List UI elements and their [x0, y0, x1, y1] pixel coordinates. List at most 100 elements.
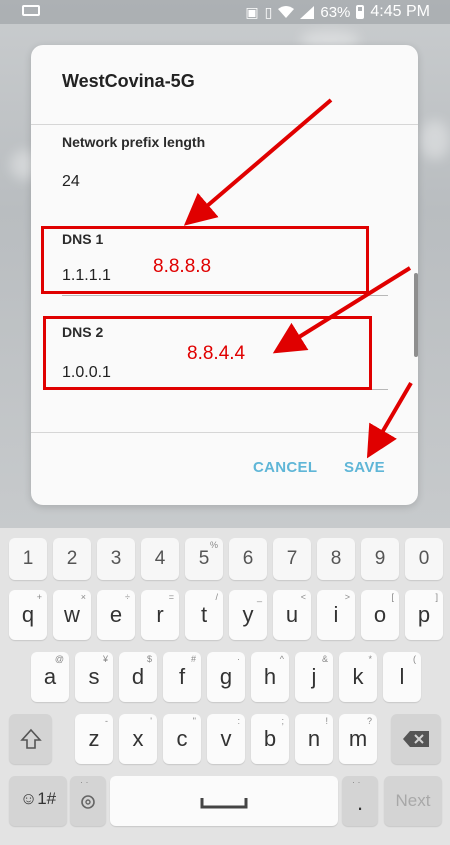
key-e[interactable]: ÷ e [97, 590, 135, 640]
key-label: 8 [330, 548, 342, 569]
key-label: b [263, 726, 277, 751]
next-key[interactable]: Next [384, 776, 442, 826]
soft-keyboard: 1 2 3 4 5% 6 7 8 9 0 + q × w ÷ e = r / t _ y < u > i[o] p @ a ¥ s $ d #… [0, 528, 450, 845]
key-w[interactable]: × w [53, 590, 91, 640]
period-key-dots: · · [352, 777, 361, 787]
key-label: i [333, 602, 339, 627]
key-u[interactable]: < u [273, 590, 311, 640]
shift-key[interactable] [9, 714, 52, 764]
key-hint: - [105, 716, 108, 726]
key-0[interactable]: 0 [405, 538, 443, 580]
key-hint: ÷ [125, 592, 130, 602]
key-f[interactable]: # f [163, 652, 201, 702]
key-label: j [311, 664, 317, 689]
key-label: 3 [110, 548, 122, 569]
key-hint: & [321, 654, 328, 664]
key-o[interactable]: [o [361, 590, 399, 640]
key-2[interactable]: 2 [53, 538, 91, 580]
key-v[interactable]: :v [207, 714, 245, 764]
key-i[interactable]: > i [317, 590, 355, 640]
key-j[interactable]: & j [295, 652, 333, 702]
key-c[interactable]: " c [163, 714, 201, 764]
key-label: p [417, 602, 431, 627]
key-label: g [219, 664, 233, 689]
key-label: a [43, 664, 57, 689]
key-k[interactable]: * k [339, 652, 377, 702]
key-label: y [242, 602, 254, 627]
key-r[interactable]: = r [141, 590, 179, 640]
key-label: h [263, 664, 277, 689]
key-hint: [ [391, 592, 394, 602]
key-h[interactable]: ^ h [251, 652, 289, 702]
key-label: n [307, 726, 321, 751]
settings-key[interactable]: · · [70, 776, 106, 826]
key-y[interactable]: _ y [229, 590, 267, 640]
key-5[interactable]: 5% [185, 538, 223, 580]
key-hint: ' [150, 716, 152, 726]
keyboard-icon [22, 5, 40, 16]
symbols-key[interactable]: ☺1# [9, 776, 67, 826]
key-m[interactable]: ? m [339, 714, 377, 764]
key-hint: ¥ [102, 654, 108, 664]
key-label: f [178, 664, 186, 689]
key-x[interactable]: ' x [119, 714, 157, 764]
scrollbar[interactable] [414, 273, 418, 357]
cancel-button[interactable]: CANCEL [253, 459, 317, 476]
key-hint: ] [435, 592, 438, 602]
status-bar: ▣ ▯ 63% 4:45 PM [0, 0, 450, 24]
space-icon [200, 798, 248, 809]
key-label: o [373, 602, 387, 627]
key-label: x [132, 726, 144, 751]
key-s[interactable]: ¥ s [75, 652, 113, 702]
key-hint: @ [54, 654, 64, 664]
key-9[interactable]: 9 [361, 538, 399, 580]
key-hint: + [36, 592, 42, 602]
key-l[interactable]: (l [383, 652, 421, 702]
period-key[interactable]: · · . [342, 776, 378, 826]
key-q[interactable]: + q [9, 590, 47, 640]
key-label: t [200, 602, 208, 627]
key-3[interactable]: 3 [97, 538, 135, 580]
key-label: 4 [154, 548, 166, 569]
prefix-length-field[interactable]: 24 [62, 173, 80, 191]
key-1[interactable]: 1 [9, 538, 47, 580]
key-label: k [352, 664, 364, 689]
dialog-title: WestCovina-5G [62, 71, 195, 91]
key-hint: / [215, 592, 218, 602]
key-d[interactable]: $ d [119, 652, 157, 702]
key-label: 6 [242, 548, 254, 569]
key-label: l [399, 664, 405, 689]
key-g[interactable]: · g [207, 652, 245, 702]
key-hint: : [237, 716, 240, 726]
key-4[interactable]: 4 [141, 538, 179, 580]
key-hint: ; [281, 716, 284, 726]
key-z[interactable]: -z [75, 714, 113, 764]
key-label: u [285, 602, 299, 627]
key-label: 7 [286, 548, 298, 569]
key-n[interactable]: ! n [295, 714, 333, 764]
key-t[interactable]: / t [185, 590, 223, 640]
key-p[interactable]: ] p [405, 590, 443, 640]
key-label: w [64, 602, 80, 627]
key-8[interactable]: 8 [317, 538, 355, 580]
key-hint: ! [325, 716, 328, 726]
shift-icon [20, 728, 42, 749]
prefix-length-label: Network prefix length [62, 134, 206, 150]
key-a[interactable]: @ a [31, 652, 69, 702]
key-label: 1 [22, 548, 34, 569]
space-bar[interactable] [110, 776, 338, 826]
key-label: m [348, 726, 368, 751]
key-label: q [21, 602, 35, 627]
wifi-icon [278, 5, 295, 18]
save-button[interactable]: SAVE [344, 459, 385, 476]
key-hint: _ [256, 592, 262, 602]
vibrate-icon: ▯ [264, 4, 273, 20]
key-hint: " [192, 716, 196, 726]
backspace-key[interactable] [391, 714, 441, 764]
key-hint: ( [413, 654, 416, 664]
key-7[interactable]: 7 [273, 538, 311, 580]
key-6[interactable]: 6 [229, 538, 267, 580]
key-b[interactable]: ; b [251, 714, 289, 764]
key-hint: × [80, 592, 86, 602]
clock: 4:45 PM [370, 3, 430, 20]
